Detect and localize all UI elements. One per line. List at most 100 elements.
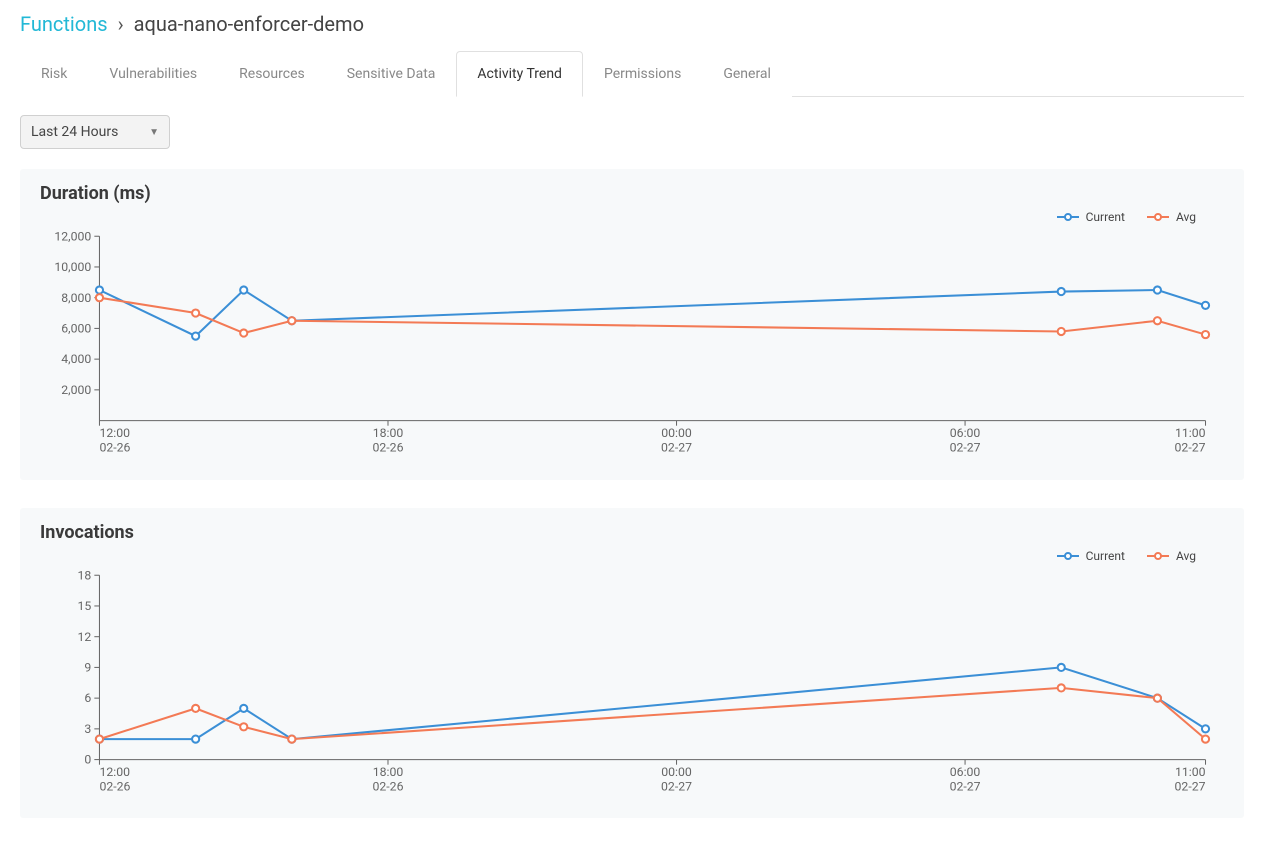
y-tick-label: 8,000 <box>61 291 91 305</box>
data-point <box>1202 725 1209 732</box>
y-tick-label: 9 <box>84 660 91 674</box>
y-tick-label: 3 <box>84 722 91 736</box>
legend-label: Current <box>1086 549 1125 563</box>
chart-legend: Current Avg <box>38 549 1226 563</box>
x-tick-date: 02-26 <box>373 440 404 454</box>
legend-item-current: Current <box>1057 549 1125 563</box>
tab-trend[interactable]: Activity Trend <box>456 51 583 97</box>
y-tick-label: 12 <box>77 629 91 643</box>
tab-label: Risk <box>41 66 67 82</box>
y-tick-label: 0 <box>84 752 91 766</box>
y-tick-label: 4,000 <box>61 352 91 366</box>
data-point <box>96 286 103 293</box>
time-range-select[interactable]: Last 24 Hours ▼ <box>20 115 170 149</box>
tab-label: General <box>723 66 771 82</box>
x-tick-time: 18:00 <box>373 765 404 779</box>
tab-res[interactable]: Resources <box>218 51 326 97</box>
data-point <box>1202 735 1209 742</box>
data-point <box>1154 286 1161 293</box>
x-tick-date: 02-27 <box>1175 779 1206 793</box>
legend-swatch-icon <box>1147 212 1169 222</box>
y-tick-label: 6 <box>84 691 91 705</box>
x-tick-time: 00:00 <box>661 765 692 779</box>
x-tick-time: 18:00 <box>373 426 404 440</box>
series-line-avg <box>99 687 1205 738</box>
data-point <box>1058 663 1065 670</box>
legend-item-current: Current <box>1057 210 1125 224</box>
chart-title: Invocations <box>40 522 1226 543</box>
x-tick-time: 11:00 <box>1175 765 1206 779</box>
legend-item-avg: Avg <box>1147 210 1196 224</box>
x-tick-time: 00:00 <box>661 426 692 440</box>
x-tick-date: 02-27 <box>950 779 981 793</box>
legend-label: Avg <box>1176 210 1196 224</box>
chart-title: Duration (ms) <box>40 183 1226 204</box>
x-tick-date: 02-27 <box>661 440 692 454</box>
data-point <box>192 309 199 316</box>
breadcrumb-root-link[interactable]: Functions <box>20 12 108 36</box>
y-tick-label: 12,000 <box>54 229 91 243</box>
legend-item-avg: Avg <box>1147 549 1196 563</box>
x-tick-date: 02-26 <box>99 440 130 454</box>
chart-legend: Current Avg <box>38 210 1226 224</box>
legend-swatch-icon <box>1057 212 1079 222</box>
series-line-current <box>99 290 1205 336</box>
tab-label: Permissions <box>604 66 681 82</box>
data-point <box>240 704 247 711</box>
breadcrumb-current: aqua-nano-enforcer-demo <box>134 12 364 36</box>
data-point <box>192 333 199 340</box>
data-point <box>192 704 199 711</box>
time-range-label: Last 24 Hours <box>31 124 118 140</box>
x-tick-date: 02-27 <box>1175 440 1206 454</box>
chart-plot-invocations: 036912151812:0002-2618:0002-2600:0002-27… <box>38 565 1226 801</box>
data-point <box>1058 328 1065 335</box>
data-point <box>192 735 199 742</box>
controls-row: Last 24 Hours ▼ <box>20 97 1244 169</box>
tab-label: Resources <box>239 66 305 82</box>
chart-plot-duration: 2,0004,0006,0008,00010,00012,00012:0002-… <box>38 226 1226 462</box>
series-line-current <box>99 667 1205 739</box>
tab-vuln[interactable]: Vulnerabilities <box>88 51 218 97</box>
chevron-down-icon: ▼ <box>149 127 159 138</box>
legend-label: Current <box>1086 210 1125 224</box>
legend-swatch-icon <box>1147 551 1169 561</box>
data-point <box>1202 331 1209 338</box>
tab-label: Activity Trend <box>477 66 562 82</box>
chart-card-invocations: InvocationsCurrentAvg036912151812:0002-2… <box>20 508 1244 819</box>
chart-card-duration: Duration (ms) Current Avg 2,000 4,000 6,000 8,… <box>20 169 1244 480</box>
data-point <box>288 735 295 742</box>
x-tick-time: 12:00 <box>99 765 130 779</box>
tab-risk[interactable]: Risk <box>20 51 88 97</box>
x-tick-time: 06:00 <box>950 765 981 779</box>
x-tick-date: 02-26 <box>99 779 130 793</box>
chevron-right-icon: › <box>118 12 124 36</box>
data-point <box>1202 302 1209 309</box>
tab-gen[interactable]: General <box>702 51 792 97</box>
data-point <box>1058 684 1065 691</box>
data-point <box>1154 317 1161 324</box>
y-tick-label: 18 <box>77 568 91 582</box>
breadcrumb: Functions › aqua-nano-enforcer-demo <box>20 8 1244 50</box>
tabs-bar: Risk Vulnerabilities Resources Sensitive Da… <box>20 50 1244 97</box>
x-tick-date: 02-27 <box>950 440 981 454</box>
tab-sens[interactable]: Sensitive Data <box>326 51 457 97</box>
data-point <box>96 294 103 301</box>
x-tick-date: 02-26 <box>373 779 404 793</box>
data-point <box>240 723 247 730</box>
y-tick-label: 10,000 <box>54 260 91 274</box>
y-tick-label: 2,000 <box>61 383 91 397</box>
legend-swatch-icon <box>1057 551 1079 561</box>
tab-perm[interactable]: Permissions <box>583 51 702 97</box>
x-tick-time: 06:00 <box>950 426 981 440</box>
x-tick-time: 11:00 <box>1175 426 1206 440</box>
data-point <box>1154 694 1161 701</box>
data-point <box>96 735 103 742</box>
x-tick-date: 02-27 <box>661 779 692 793</box>
tab-label: Vulnerabilities <box>109 66 197 82</box>
legend-label: Avg <box>1176 549 1196 563</box>
data-point <box>240 329 247 336</box>
tab-label: Sensitive Data <box>347 66 436 82</box>
y-tick-label: 6,000 <box>61 322 91 336</box>
y-tick-label: 15 <box>77 599 91 613</box>
data-point <box>288 317 295 324</box>
